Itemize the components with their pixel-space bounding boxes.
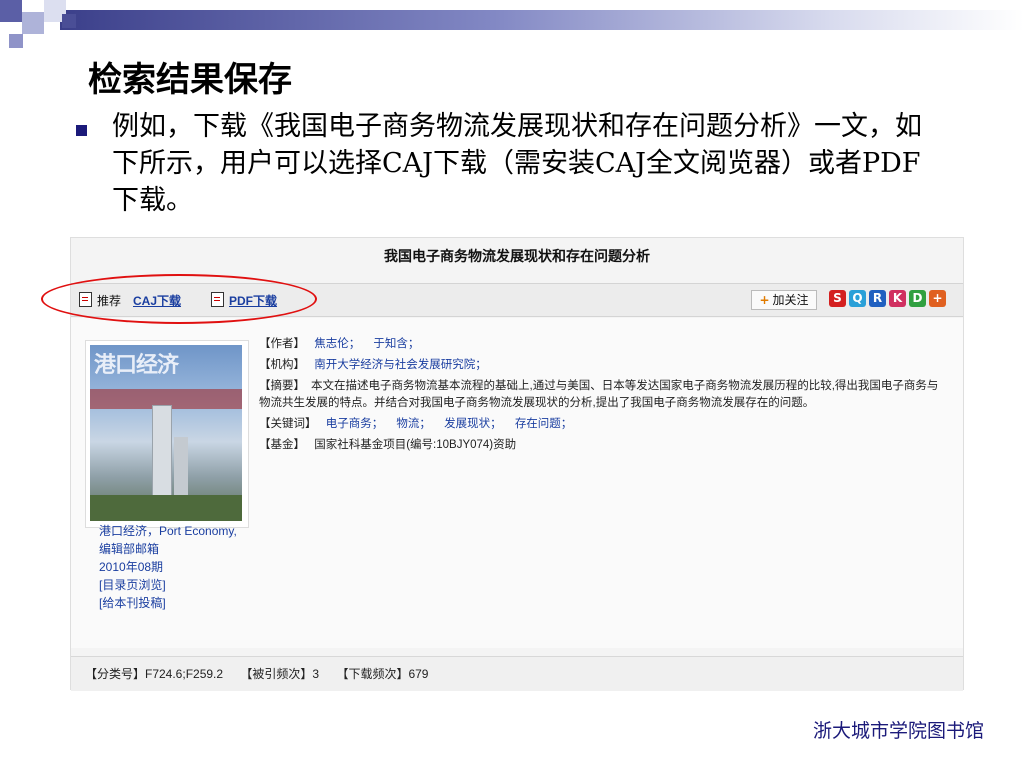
keyword-link[interactable]: 存在问题； (515, 418, 573, 430)
decor-square (9, 34, 23, 48)
org-link[interactable]: 南开大学经济与社会发展研究院； (314, 359, 487, 371)
follow-button[interactable]: + 加关注 (751, 290, 817, 310)
decor-square (22, 12, 44, 34)
cited-count: 【被引频次】3 (240, 667, 320, 681)
bullet-marker-icon (76, 125, 87, 136)
download-count: 【下载频次】679 (336, 667, 429, 681)
renren-share-icon[interactable]: R (869, 290, 886, 307)
abstract-text: 本文在描述电子商务物流基本流程的基础上,通过与美国、日本等发达国家电子商务物流发… (259, 380, 939, 409)
journal-cover[interactable]: 港口经济 (85, 340, 249, 528)
journal-links: 港口经济，Port Economy, 编辑部邮箱 2010年08期 [目录页浏览… (99, 522, 239, 612)
article-metadata: 【作者】 焦志伦； 于知含； 【机构】 南开大学经济与社会发展研究院； 【摘要】… (259, 336, 949, 458)
author-link[interactable]: 焦志伦； (314, 338, 360, 350)
keyword-link[interactable]: 物流； (396, 418, 431, 430)
issue-link[interactable]: 2010年08期 (99, 558, 239, 576)
weibo-share-icon[interactable]: S (829, 290, 846, 307)
more-share-icon[interactable]: + (929, 290, 946, 307)
slide-title: 检索结果保存 (88, 60, 292, 100)
abstract-row: 【摘要】 本文在描述电子商务物流基本流程的基础上,通过与美国、日本等发达国家电子商… (259, 380, 939, 409)
highlight-annotation (41, 274, 317, 324)
cover-title: 港口经济 (94, 352, 179, 377)
kaixin-share-icon[interactable]: K (889, 290, 906, 307)
qq-share-icon[interactable]: Q (849, 290, 866, 307)
decor-square (62, 14, 76, 28)
journal-name-link[interactable]: 港口经济，Port Economy, (99, 522, 239, 540)
toc-link[interactable]: [目录页浏览] (99, 576, 239, 594)
article-detail: 港口经济 港口经济，Port Economy, 编辑部邮箱 2010年08期 [… (71, 318, 963, 648)
title-band (60, 10, 1024, 30)
editor-email-link[interactable]: 编辑部邮箱 (99, 540, 239, 558)
article-stats: 【分类号】F724.6;F259.2 【被引频次】3 【下载频次】679 (71, 656, 963, 691)
class-number: 【分类号】F724.6;F259.2 (85, 667, 224, 681)
submit-link[interactable]: [给本刊投稿] (99, 594, 239, 612)
article-title: 我国电子商务物流发展现状和存在问题分析 (384, 249, 650, 265)
library-credit: 浙大城市学院图书馆 (812, 720, 984, 742)
org-row: 【机构】 南开大学经济与社会发展研究院； (259, 359, 487, 371)
keywords-row: 【关键词】 电子商务； 物流； 发展现状； 存在问题； (259, 418, 573, 430)
cover-ground (90, 495, 242, 521)
bullet-text: 例如，下载《我国电子商务物流发展现状和存在问题分析》一文，如下所示，用户可以选择… (112, 111, 922, 216)
fund-row: 【基金】 国家社科基金项目(编号:10BJY074)资助 (259, 439, 517, 451)
author-row: 【作者】 焦志伦； 于知含； (259, 338, 420, 350)
keyword-link[interactable]: 发展现状； (444, 418, 502, 430)
cover-image: 港口经济 (90, 345, 242, 521)
cover-tower (152, 405, 172, 507)
keyword-link[interactable]: 电子商务； (326, 418, 384, 430)
decor-square (0, 0, 22, 22)
douban-share-icon[interactable]: D (909, 290, 926, 307)
fund-text: 国家社科基金项目(编号:10BJY074)资助 (314, 439, 517, 451)
plus-icon: + (759, 293, 770, 307)
author-link[interactable]: 于知含； (373, 338, 419, 350)
